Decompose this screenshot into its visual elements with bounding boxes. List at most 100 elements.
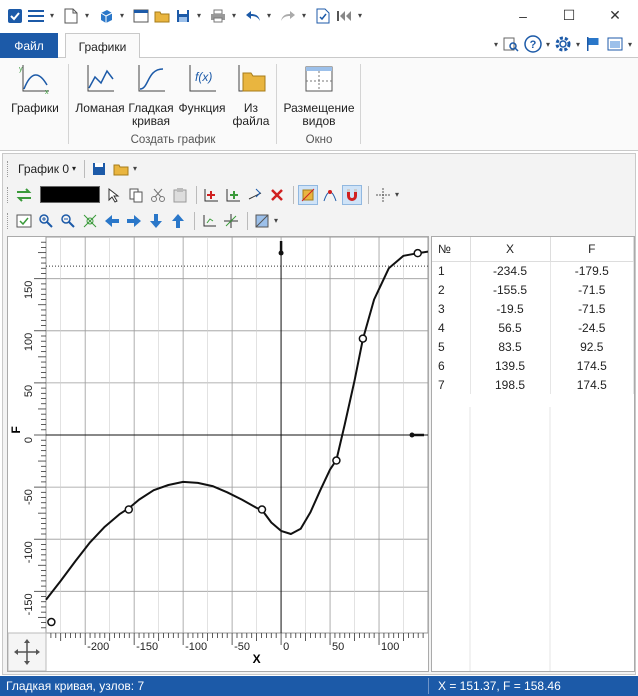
cell-f[interactable]: -179.5	[550, 261, 634, 280]
arrow-left-icon[interactable]	[102, 211, 122, 231]
chevron-down-icon[interactable]: ▾	[195, 11, 203, 20]
chevron-down-icon[interactable]: ▾	[628, 40, 632, 49]
axis-origin-icon[interactable]	[221, 211, 241, 231]
rewind-icon[interactable]	[335, 7, 353, 25]
help-icon[interactable]: ?	[524, 35, 542, 53]
cell-f[interactable]: -24.5	[550, 318, 634, 337]
points-table[interactable]: № X F 1 -234.5 -179.5 2 -155.5 -71.5 3 -19.5-…	[431, 236, 635, 672]
paste-icon[interactable]	[170, 185, 190, 205]
tab-graphs[interactable]: Графики	[65, 33, 140, 59]
table-row[interactable]: 5 83.5 92.5	[432, 337, 634, 356]
arrow-up-icon[interactable]	[168, 211, 188, 231]
table-row[interactable]: 1 -234.5 -179.5	[432, 261, 634, 280]
document-check-icon[interactable]	[314, 7, 332, 25]
print-icon[interactable]	[209, 7, 227, 25]
undo-icon[interactable]	[244, 7, 262, 25]
chevron-down-icon[interactable]: ▾	[265, 11, 273, 20]
chevron-down-icon[interactable]: ▾	[230, 11, 238, 20]
cell-x[interactable]: 56.5	[470, 318, 551, 337]
chevron-down-icon[interactable]: ▾	[494, 40, 498, 49]
cube-icon[interactable]	[97, 7, 115, 25]
cell-x[interactable]: -234.5	[470, 261, 551, 280]
column-header-f[interactable]: F	[550, 237, 634, 262]
color-swatch[interactable]	[40, 186, 100, 203]
zoom-in-icon[interactable]	[36, 211, 56, 231]
polyline-button[interactable]: Ломаная	[74, 62, 126, 115]
gear-icon[interactable]	[554, 35, 572, 53]
panel-icon[interactable]	[606, 35, 624, 53]
swap-icon[interactable]	[14, 185, 34, 205]
table-row[interactable]: 7 198.5 174.5	[432, 375, 634, 394]
maximize-button[interactable]: ☐	[546, 0, 592, 31]
chevron-down-icon[interactable]: ▾	[118, 11, 126, 20]
cell-number[interactable]: 6	[432, 356, 471, 375]
cell-number[interactable]: 2	[432, 280, 471, 299]
chevron-down-icon[interactable]: ▾	[300, 11, 308, 20]
pan-handle[interactable]	[7, 632, 47, 672]
zoom-out-icon[interactable]	[58, 211, 78, 231]
chevron-down-icon[interactable]: ▾	[48, 11, 56, 20]
delete-point-icon[interactable]	[267, 185, 287, 205]
add-point-icon[interactable]	[201, 185, 221, 205]
chevron-down-icon[interactable]: ▾	[356, 11, 364, 20]
view-layout-button[interactable]: Размещение видов	[282, 62, 356, 128]
open-folder-icon[interactable]	[111, 159, 131, 179]
chevron-down-icon[interactable]: ▾	[395, 190, 399, 199]
move-point-icon[interactable]	[245, 185, 265, 205]
minimize-button[interactable]: –	[500, 0, 546, 31]
cut-icon[interactable]	[148, 185, 168, 205]
curve-tangent-icon[interactable]	[320, 185, 340, 205]
table-row[interactable]: 3 -19.5 -71.5	[432, 299, 634, 318]
insert-point-icon[interactable]	[223, 185, 243, 205]
crosshair-icon[interactable]	[373, 185, 393, 205]
new-document-icon[interactable]	[62, 7, 80, 25]
chevron-down-icon[interactable]: ▾	[83, 11, 91, 20]
chevron-down-icon[interactable]: ▾	[133, 164, 137, 173]
graph-selector[interactable]: График 0 ▾	[14, 162, 80, 176]
open-folder-icon[interactable]	[153, 7, 171, 25]
cell-f[interactable]: 174.5	[550, 356, 634, 375]
copy-icon[interactable]	[126, 185, 146, 205]
search-document-icon[interactable]	[502, 35, 520, 53]
redo-icon[interactable]	[279, 7, 297, 25]
toolbar-grip[interactable]	[7, 212, 10, 229]
table-row[interactable]: 4 56.5 -24.5	[432, 318, 634, 337]
cell-x[interactable]: -19.5	[470, 299, 551, 318]
snap-icon[interactable]	[298, 184, 318, 205]
close-button[interactable]: ✕	[592, 0, 638, 31]
layers-icon[interactable]	[252, 211, 272, 231]
cell-x[interactable]: 139.5	[470, 356, 551, 375]
tab-file[interactable]: Файл	[0, 33, 58, 58]
toolbar-grip[interactable]	[7, 160, 10, 177]
magnet-icon[interactable]	[342, 184, 362, 205]
cell-number[interactable]: 4	[432, 318, 471, 337]
app-logo-icon[interactable]	[6, 7, 24, 25]
function-button[interactable]: f(x) Функция	[176, 62, 228, 115]
cell-number[interactable]: 7	[432, 375, 471, 394]
chevron-down-icon[interactable]: ▾	[576, 40, 580, 49]
select-cursor-icon[interactable]	[104, 185, 124, 205]
cell-x[interactable]: 83.5	[470, 337, 551, 356]
table-row[interactable]: 6 139.5 174.5	[432, 356, 634, 375]
fit-view-icon[interactable]	[14, 211, 34, 231]
arrow-right-icon[interactable]	[124, 211, 144, 231]
toolbar-grip[interactable]	[7, 186, 10, 203]
chart-panel[interactable]: -200 -150 -100 -50 0 50 100 -150 -100 -50 0 50 100 15…	[7, 236, 429, 672]
menu-icon[interactable]	[27, 7, 45, 25]
chevron-down-icon[interactable]: ▾	[546, 40, 550, 49]
cell-number[interactable]: 5	[432, 337, 471, 356]
cell-x[interactable]: -155.5	[470, 280, 551, 299]
cell-x[interactable]: 198.5	[470, 375, 551, 394]
cell-number[interactable]: 1	[432, 261, 471, 280]
smooth-curve-button[interactable]: Гладкая кривая	[127, 62, 175, 128]
save-icon[interactable]	[89, 159, 109, 179]
cell-f[interactable]: -71.5	[550, 299, 634, 318]
cell-f[interactable]: 92.5	[550, 337, 634, 356]
axis-scale-icon[interactable]	[199, 211, 219, 231]
zoom-window-icon[interactable]	[80, 211, 100, 231]
arrow-down-icon[interactable]	[146, 211, 166, 231]
cell-f[interactable]: -71.5	[550, 280, 634, 299]
flag-icon[interactable]	[584, 35, 602, 53]
cell-f[interactable]: 174.5	[550, 375, 634, 394]
chevron-down-icon[interactable]: ▾	[274, 216, 278, 225]
